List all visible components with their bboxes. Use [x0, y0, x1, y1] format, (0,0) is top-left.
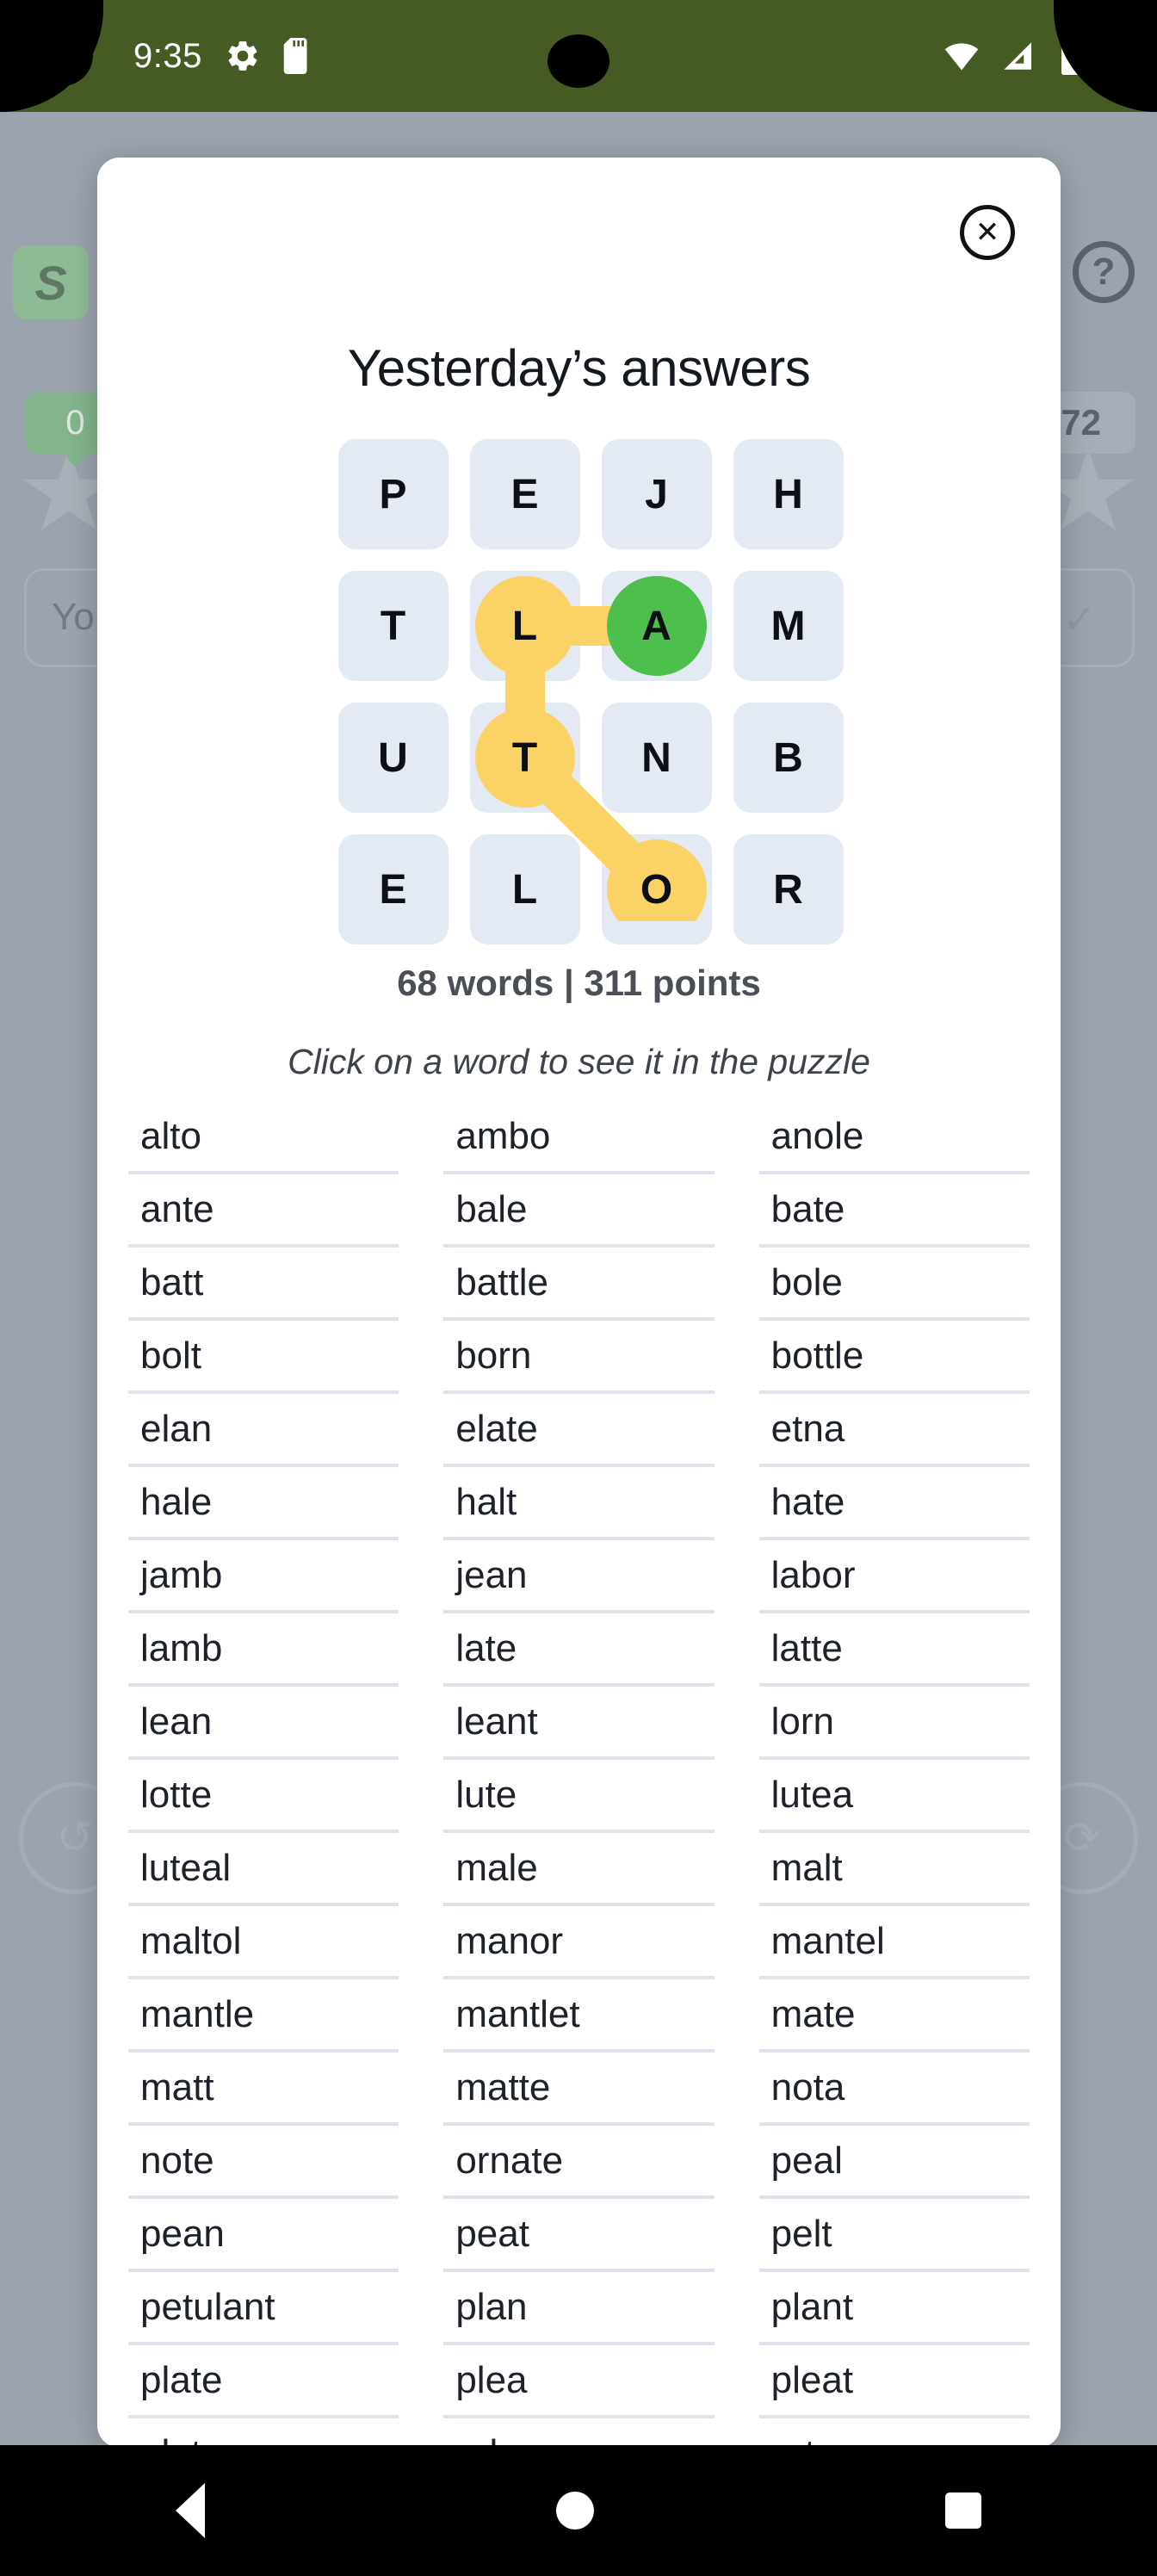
answer-word[interactable]: lamb: [128, 1613, 399, 1687]
answer-word[interactable]: ambo: [443, 1101, 715, 1174]
answer-word[interactable]: nota: [758, 2053, 1030, 2126]
grid-tile[interactable]: M: [733, 571, 844, 681]
answer-word[interactable]: lean: [128, 1687, 399, 1760]
answer-word[interactable]: hate: [758, 1467, 1030, 1540]
page-title: Yesterday’s answers: [347, 339, 811, 397]
answer-word[interactable]: manor: [443, 1906, 715, 1979]
yesterdays-answers-modal: ✕ Yesterday’s answers PEJHTMUNBELR ALTO …: [97, 158, 1061, 2448]
answer-word[interactable]: peal: [758, 2126, 1030, 2199]
answer-word[interactable]: plea: [443, 2345, 715, 2418]
answer-word[interactable]: hale: [128, 1467, 399, 1540]
answer-word[interactable]: battle: [443, 1248, 715, 1321]
answer-word[interactable]: alto: [128, 1101, 399, 1174]
answer-word[interactable]: pluton: [128, 2418, 399, 2449]
answer-word[interactable]: bole: [758, 1248, 1030, 1321]
answer-word[interactable]: petulant: [128, 2272, 399, 2345]
answer-word[interactable]: late: [443, 1613, 715, 1687]
answer-word[interactable]: bottle: [758, 1321, 1030, 1394]
answer-word[interactable]: pleat: [758, 2345, 1030, 2418]
grid-tile[interactable]: T: [337, 571, 449, 681]
grid-tile[interactable]: P: [337, 439, 449, 549]
answer-word[interactable]: note: [128, 2126, 399, 2199]
answer-word[interactable]: bolt: [128, 1321, 399, 1394]
word-input-value: Yo: [52, 596, 95, 638]
android-nav-bar: [0, 2445, 1157, 2576]
home-icon[interactable]: [556, 2492, 594, 2530]
clock: 9:35: [133, 36, 202, 75]
answer-word[interactable]: mate: [758, 1979, 1030, 2053]
answer-word[interactable]: plate: [128, 2345, 399, 2418]
letter-grid: PEJHTMUNBELR ALTO: [337, 439, 844, 944]
answer-word[interactable]: maltol: [128, 1906, 399, 1979]
answer-word[interactable]: jean: [443, 1540, 715, 1613]
answer-word[interactable]: ornate: [443, 2126, 715, 2199]
back-icon[interactable]: [176, 2483, 205, 2538]
answer-word[interactable]: peat: [443, 2199, 715, 2272]
answer-word[interactable]: mantel: [758, 1906, 1030, 1979]
grid-tile[interactable]: N: [601, 703, 712, 813]
answer-word[interactable]: born: [443, 1321, 715, 1394]
sd-card-icon: [283, 38, 307, 74]
answer-word[interactable]: pelt: [758, 2199, 1030, 2272]
answer-word[interactable]: lute: [443, 1760, 715, 1833]
streak-badge[interactable]: S: [13, 245, 89, 319]
answer-word[interactable]: male: [443, 1833, 715, 1906]
grid-tile[interactable]: [469, 571, 580, 681]
answer-word[interactable]: pean: [128, 2199, 399, 2272]
answer-word[interactable]: elan: [128, 1394, 399, 1467]
answer-word[interactable]: luteal: [128, 1833, 399, 1906]
answer-word[interactable]: labor: [758, 1540, 1030, 1613]
signal-icon: [1004, 42, 1031, 70]
answer-word[interactable]: plan: [443, 2272, 715, 2345]
grid-tile[interactable]: H: [733, 439, 844, 549]
answer-word[interactable]: bate: [758, 1174, 1030, 1248]
answer-word[interactable]: mantle: [128, 1979, 399, 2053]
answer-word[interactable]: batt: [128, 1248, 399, 1321]
grid-tile[interactable]: E: [469, 439, 580, 549]
answer-word[interactable]: latte: [758, 1613, 1030, 1687]
grid-tile[interactable]: [469, 703, 580, 813]
grid-tile[interactable]: U: [337, 703, 449, 813]
grid-tile[interactable]: E: [337, 834, 449, 944]
grid-tile[interactable]: R: [733, 834, 844, 944]
answer-word[interactable]: bale: [443, 1174, 715, 1248]
answer-word[interactable]: matte: [443, 2053, 715, 2126]
answer-word[interactable]: jamb: [128, 1540, 399, 1613]
answer-word[interactable]: role: [443, 2418, 714, 2449]
answer-word[interactable]: lotte: [128, 1760, 399, 1833]
check-icon[interactable]: ✓: [1062, 596, 1097, 644]
wifi-icon: [944, 43, 979, 71]
answer-word[interactable]: rota: [759, 2418, 1030, 2449]
answer-word-list: alto ambo anole ante bale bate batt battle bole b…: [128, 1101, 1030, 2448]
recents-icon[interactable]: [945, 2492, 981, 2529]
grid-tile[interactable]: B: [733, 703, 844, 813]
answer-word[interactable]: lutea: [758, 1760, 1030, 1833]
answer-word[interactable]: matt: [128, 2053, 399, 2126]
grid-tile[interactable]: [601, 571, 712, 681]
camera-cutout-left: [31, 24, 93, 86]
answer-word[interactable]: elate: [443, 1394, 715, 1467]
answer-stats: 68 words | 311 points: [397, 963, 761, 1003]
answer-word[interactable]: halt: [443, 1467, 715, 1540]
answer-word[interactable]: leant: [443, 1687, 715, 1760]
camera-cutout-center: [548, 34, 609, 88]
grid-tile[interactable]: [601, 834, 712, 944]
grid-tile[interactable]: J: [601, 439, 712, 549]
grid-tile[interactable]: L: [469, 834, 580, 944]
answer-word[interactable]: lorn: [758, 1687, 1030, 1760]
phone-screen: S ? 0 272 Yo ✓ ↺ ⟳ ✕ Yesterday’s answers…: [0, 0, 1157, 2576]
answer-word[interactable]: anole: [758, 1101, 1030, 1174]
answer-word[interactable]: plant: [758, 2272, 1030, 2345]
answer-word[interactable]: ante: [128, 1174, 399, 1248]
hint-text: Click on a word to see it in the puzzle: [288, 1042, 870, 1081]
answer-word[interactable]: etna: [758, 1394, 1030, 1467]
gear-icon: [228, 41, 257, 71]
close-icon[interactable]: ✕: [960, 205, 1015, 260]
help-icon[interactable]: ?: [1073, 241, 1135, 303]
answer-word[interactable]: malt: [758, 1833, 1030, 1906]
answer-word[interactable]: mantlet: [443, 1979, 715, 2053]
